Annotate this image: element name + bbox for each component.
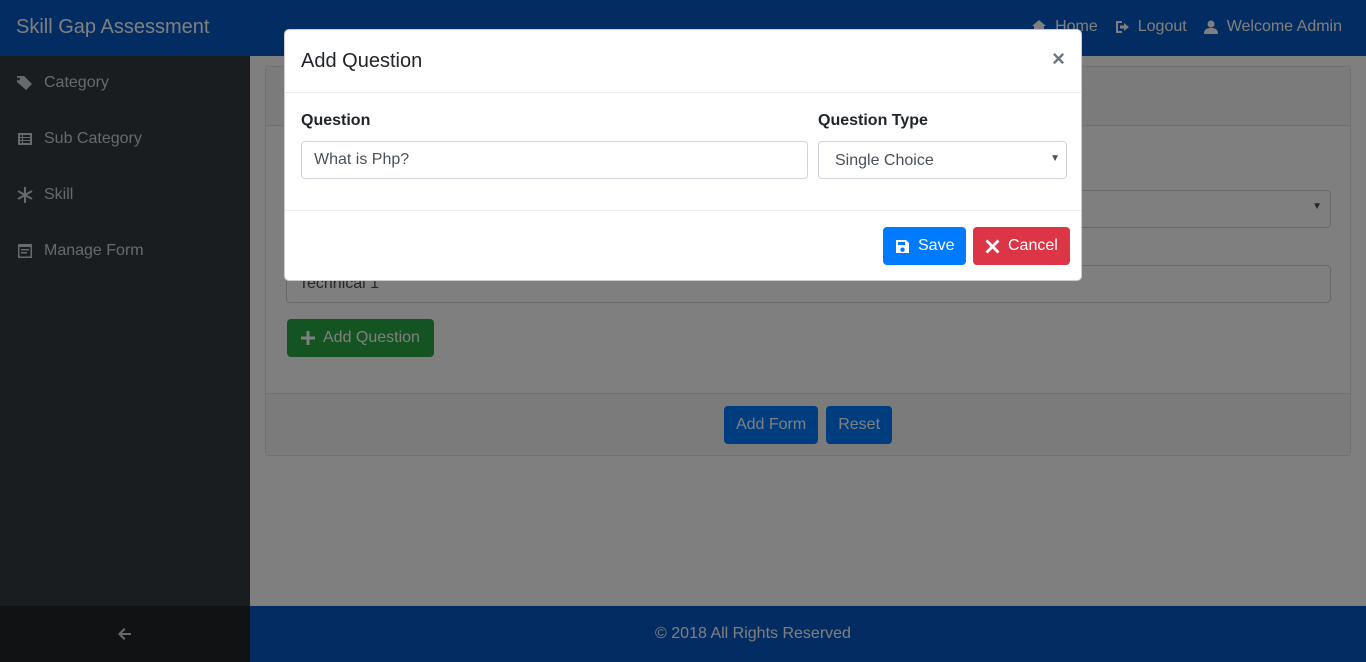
- question-label: Question: [301, 112, 371, 129]
- modal-footer: Save Cancel: [285, 211, 1081, 281]
- times-icon: [985, 239, 1000, 253]
- question-input[interactable]: [301, 141, 808, 179]
- chevron-down-icon: ▼: [1050, 153, 1060, 164]
- question-type-select[interactable]: Single Choice ▼: [818, 141, 1067, 179]
- save-button[interactable]: Save: [883, 227, 967, 265]
- save-label: Save: [918, 237, 955, 254]
- close-icon[interactable]: ×: [1052, 48, 1065, 70]
- modal-header: Add Question ×: [285, 30, 1081, 93]
- question-type-label: Question Type: [818, 112, 928, 129]
- modal-title: Add Question: [301, 50, 423, 72]
- add-question-modal: Add Question × Question Question Type Si…: [284, 29, 1082, 281]
- floppy-disk-icon: [896, 239, 909, 253]
- modal-body: Question Question Type Single Choice ▼: [285, 93, 1081, 211]
- cancel-button[interactable]: Cancel: [973, 227, 1070, 265]
- cancel-label: Cancel: [1008, 237, 1058, 254]
- question-type-value: Single Choice: [835, 152, 934, 169]
